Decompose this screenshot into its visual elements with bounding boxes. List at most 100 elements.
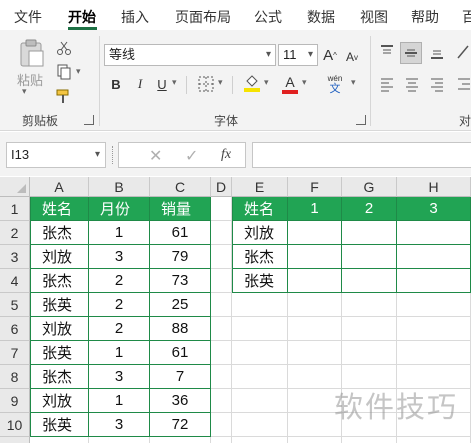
chevron-down-icon[interactable]: ▾	[308, 45, 313, 65]
cell-c3[interactable]: 79	[150, 245, 211, 269]
row-header-7[interactable]: 7	[0, 341, 30, 365]
cell-c4[interactable]: 73	[150, 269, 211, 293]
column-header-e[interactable]: E	[232, 177, 288, 197]
tab-page-layout[interactable]: 页面布局	[175, 7, 231, 27]
cell-a6[interactable]: 刘放	[30, 317, 89, 341]
tab-view[interactable]: 视图	[360, 7, 388, 27]
cell-e3[interactable]: 张杰	[232, 245, 288, 269]
cell-d9[interactable]	[211, 389, 232, 413]
phonetic-guide-button[interactable]: wén 文	[322, 72, 348, 96]
cell-c1[interactable]: 销量	[150, 197, 211, 221]
cell-e8[interactable]	[232, 365, 288, 389]
formula-input[interactable]	[252, 142, 471, 168]
column-header-a[interactable]: A	[30, 177, 89, 197]
name-box[interactable]: I13 ▾	[6, 142, 106, 168]
cell-a5[interactable]: 张英	[30, 293, 89, 317]
cell-c7[interactable]: 61	[150, 341, 211, 365]
increase-font-size-button[interactable]: A ^	[320, 45, 340, 65]
cell-a10[interactable]: 张英	[30, 413, 89, 437]
cell-b1[interactable]: 月份	[89, 197, 150, 221]
cell-b4[interactable]: 2	[89, 269, 150, 293]
align-center-icon[interactable]	[402, 74, 422, 94]
tab-file[interactable]: 文件	[14, 7, 42, 27]
cell-g4[interactable]	[342, 269, 397, 293]
cell-c6[interactable]: 88	[150, 317, 211, 341]
cell-b5[interactable]: 2	[89, 293, 150, 317]
cancel-icon[interactable]: ✕	[149, 146, 162, 166]
enter-icon[interactable]: ✓	[185, 146, 198, 166]
fill-color-dropdown-icon[interactable]: ▾	[264, 77, 269, 88]
cell-f5[interactable]	[288, 293, 342, 317]
cell-g7[interactable]	[342, 341, 397, 365]
font-color-dropdown-icon[interactable]: ▾	[302, 77, 307, 88]
tab-formulas[interactable]: 公式	[254, 7, 282, 27]
cell-g1[interactable]: 2	[342, 197, 397, 221]
cell-d5[interactable]	[211, 293, 232, 317]
copy-icon[interactable]	[54, 62, 74, 82]
cell-e7[interactable]	[232, 341, 288, 365]
decrease-font-size-button[interactable]: Av	[342, 47, 362, 67]
tab-help[interactable]: 帮助	[411, 7, 439, 27]
align-left-icon[interactable]	[377, 74, 397, 94]
cell-e5[interactable]	[232, 293, 288, 317]
clipboard-launcher-icon[interactable]	[84, 115, 94, 125]
align-bottom-icon[interactable]	[427, 42, 447, 62]
chevron-down-icon[interactable]: ▾	[266, 45, 271, 65]
cell-f3[interactable]	[288, 245, 342, 269]
cell-h4[interactable]	[397, 269, 471, 293]
copy-dropdown-icon[interactable]: ▾	[76, 66, 81, 77]
borders-icon[interactable]	[196, 74, 216, 94]
cell-e6[interactable]	[232, 317, 288, 341]
cell-h1[interactable]: 3	[397, 197, 471, 221]
tab-home[interactable]: 开始	[68, 7, 96, 27]
cell-a11[interactable]	[30, 437, 89, 443]
cell-c10[interactable]: 72	[150, 413, 211, 437]
row-header-2[interactable]: 2	[0, 221, 30, 245]
cell-b6[interactable]: 2	[89, 317, 150, 341]
cell-e4[interactable]: 张英	[232, 269, 288, 293]
row-header-5[interactable]: 5	[0, 293, 30, 317]
cell-h6[interactable]	[397, 317, 471, 341]
tab-insert[interactable]: 插入	[121, 7, 149, 27]
cell-e2[interactable]: 刘放	[232, 221, 288, 245]
borders-dropdown-icon[interactable]: ▾	[218, 77, 223, 88]
cell-a7[interactable]: 张英	[30, 341, 89, 365]
cell-b9[interactable]: 1	[89, 389, 150, 413]
cell-g5[interactable]	[342, 293, 397, 317]
font-size-combo[interactable]: 11 ▾	[278, 44, 318, 66]
cell-a3[interactable]: 刘放	[30, 245, 89, 269]
cell-f2[interactable]	[288, 221, 342, 245]
cell-f4[interactable]	[288, 269, 342, 293]
cell-g11[interactable]	[342, 437, 397, 443]
font-launcher-icon[interactable]	[356, 115, 366, 125]
cell-b2[interactable]: 1	[89, 221, 150, 245]
row-header-6[interactable]: 6	[0, 317, 30, 341]
cell-d2[interactable]	[211, 221, 232, 245]
font-name-combo[interactable]: 等线 ▾	[104, 44, 276, 66]
cell-h2[interactable]	[397, 221, 471, 245]
cell-b11[interactable]	[89, 437, 150, 443]
column-header-d[interactable]: D	[211, 177, 232, 197]
cell-g3[interactable]	[342, 245, 397, 269]
cell-f11[interactable]	[288, 437, 342, 443]
cell-f6[interactable]	[288, 317, 342, 341]
cell-b7[interactable]: 1	[89, 341, 150, 365]
bold-button[interactable]: B	[106, 74, 126, 94]
cell-d11[interactable]	[211, 437, 232, 443]
cell-h11[interactable]	[397, 437, 471, 443]
column-header-c[interactable]: C	[150, 177, 211, 197]
cell-c2[interactable]: 61	[150, 221, 211, 245]
cell-d10[interactable]	[211, 413, 232, 437]
row-header-9[interactable]: 9	[0, 389, 30, 413]
paste-dropdown-icon[interactable]: ▾	[22, 86, 27, 97]
cell-h7[interactable]	[397, 341, 471, 365]
cell-a8[interactable]: 张杰	[30, 365, 89, 389]
column-header-b[interactable]: B	[89, 177, 150, 197]
column-header-f[interactable]: F	[288, 177, 342, 197]
column-header-h[interactable]: H	[397, 177, 471, 197]
cell-d6[interactable]	[211, 317, 232, 341]
fill-color-icon[interactable]	[242, 72, 262, 94]
tab-more[interactable]: 百	[462, 7, 471, 27]
cell-b10[interactable]: 3	[89, 413, 150, 437]
insert-function-icon[interactable]: fx	[221, 147, 231, 163]
